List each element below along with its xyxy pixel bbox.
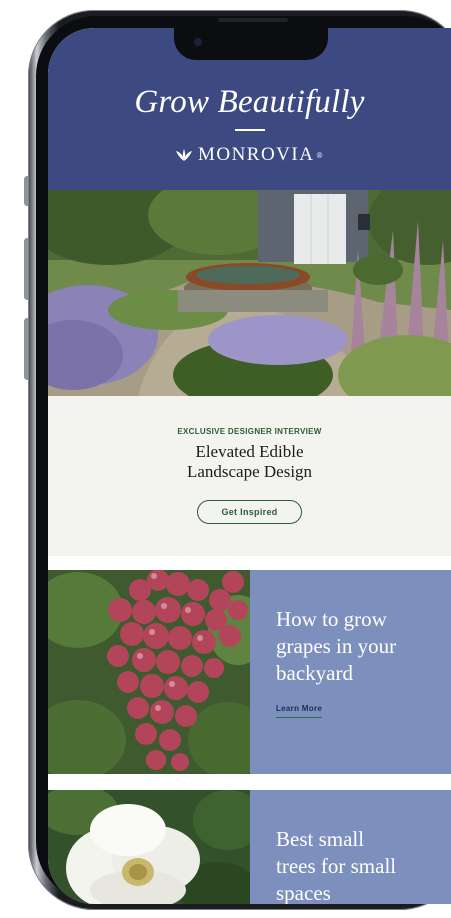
brand-logo[interactable]: MONROVIA ® <box>48 144 451 166</box>
phone-screen: Grow Beautifully MONROVIA ® EXCLUSIVE DE… <box>48 28 451 904</box>
learn-more-link[interactable]: Learn More <box>276 704 323 718</box>
article-title-line: grapes in your <box>276 634 397 658</box>
camera-icon <box>194 38 202 46</box>
tagline: Grow Beautifully <box>134 84 365 120</box>
article-title-line: backyard <box>276 661 353 685</box>
article-title[interactable]: How to grow grapes in your backyard <box>276 606 446 687</box>
article-card-small-trees[interactable]: Best small trees for small spaces <box>48 790 451 904</box>
interview-title: Elevated Edible Landscape Design <box>48 442 451 482</box>
article-title-line: trees for small <box>276 854 397 878</box>
registered-mark: ® <box>316 150 325 160</box>
grapes-image[interactable] <box>48 570 250 774</box>
interview-title-line: Elevated Edible <box>195 442 304 461</box>
eyebrow-label: EXCLUSIVE DESIGNER INTERVIEW <box>177 427 322 436</box>
brand-name: MONROVIA <box>197 144 315 165</box>
magnolia-image[interactable] <box>48 790 250 904</box>
article-title-line: Best small <box>276 827 365 851</box>
get-inspired-button[interactable]: Get Inspired <box>197 500 302 524</box>
speaker-grille <box>218 18 288 22</box>
interview-card: EXCLUSIVE DESIGNER INTERVIEW Elevated Ed… <box>48 396 451 556</box>
article-title-line: How to grow <box>276 607 387 631</box>
article-card-grapes[interactable]: How to grow grapes in your backyard Lear… <box>48 570 451 774</box>
hero-garden-image[interactable] <box>48 190 451 396</box>
interview-title-line: Landscape Design <box>186 462 313 481</box>
phone-notch <box>174 16 328 60</box>
divider <box>235 129 265 131</box>
article-title[interactable]: Best small trees for small spaces <box>276 826 446 904</box>
leaf-logo-icon <box>175 149 192 161</box>
article-title-line: spaces <box>276 881 331 904</box>
